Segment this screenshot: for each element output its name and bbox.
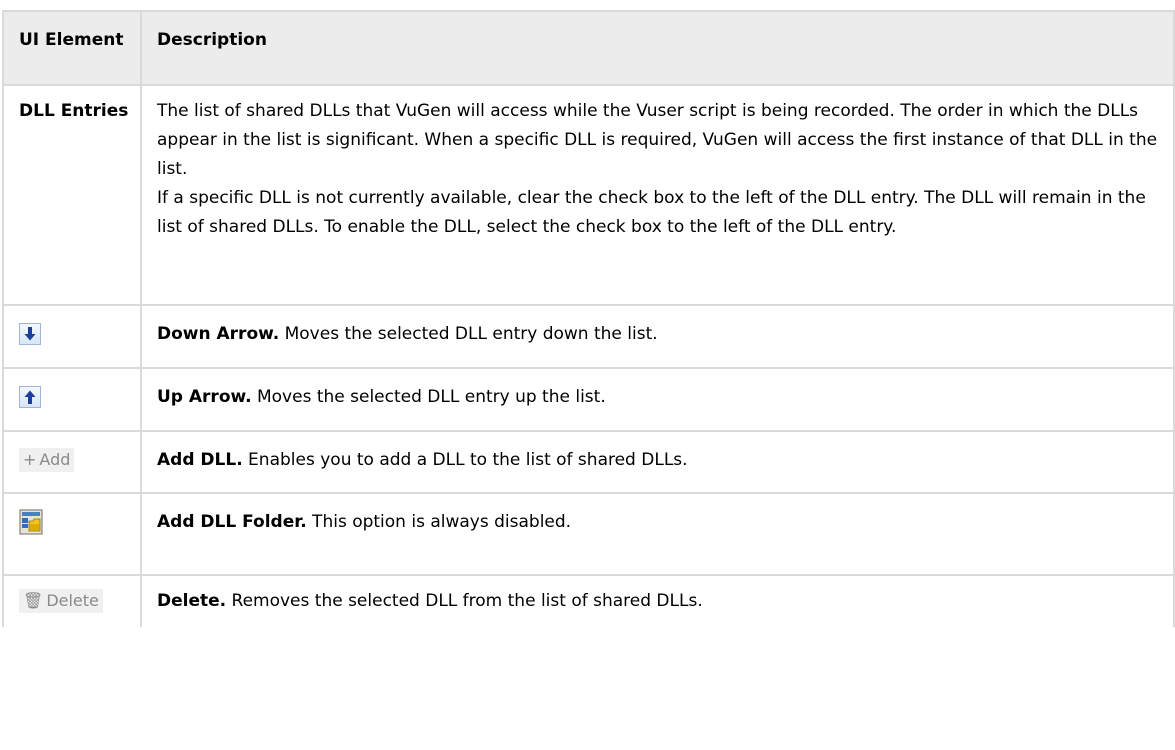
delete-button-label: Delete [46, 591, 99, 610]
delete-button-image: 🗑︎ Delete [19, 589, 103, 613]
add-button-label: Add [39, 450, 71, 469]
table-row: + Add Add DLL. Enables you to add a DLL t… [2, 430, 1175, 494]
description-text: Moves the selected DLL entry up the list… [251, 387, 606, 407]
description-text: This option is always disabled. [306, 512, 572, 532]
description-text: Removes the selected DLL from the list o… [226, 591, 703, 611]
description-cell: Add DLL. Enables you to add a DLL to the… [140, 430, 1175, 494]
description-cell: Add DLL Folder. This option is always di… [140, 492, 1175, 576]
header-ui-element: UI Element [2, 10, 142, 86]
table-row: 🗑︎ Delete Delete. Removes the selected DL… [2, 574, 1175, 627]
plus-icon: + [23, 450, 37, 469]
table-row: DLL Entries The list of shared DLLs that… [2, 84, 1175, 306]
description-cell: The list of shared DLLs that VuGen will … [140, 84, 1175, 306]
add-button-image: + Add [19, 448, 75, 472]
description-lead: Down Arrow. [157, 324, 280, 344]
down-arrow-icon [19, 323, 41, 345]
table-header-row: UI Element Description [2, 10, 1175, 86]
table-row: Add DLL Folder. This option is always di… [2, 492, 1175, 576]
header-description: Description [140, 10, 1175, 86]
table-row: Up Arrow. Moves the selected DLL entry u… [2, 367, 1175, 432]
description-lead: Up Arrow. [157, 387, 252, 407]
add-folder-icon [19, 509, 43, 535]
up-arrow-icon [19, 386, 41, 408]
table-row: Down Arrow. Moves the selected DLL entry… [2, 304, 1175, 369]
description-text: Enables you to add a DLL to the list of … [242, 450, 688, 470]
ui-element-cell [2, 304, 142, 369]
description-paragraph: If a specific DLL is not currently avail… [157, 188, 1146, 237]
trash-icon: 🗑︎ [23, 591, 44, 610]
ui-element-cell [2, 492, 142, 576]
description-paragraph: The list of shared DLLs that VuGen will … [157, 101, 1158, 179]
description-cell: Down Arrow. Moves the selected DLL entry… [140, 304, 1175, 369]
description-lead: Add DLL Folder. [157, 512, 307, 532]
description-cell: Up Arrow. Moves the selected DLL entry u… [140, 367, 1175, 432]
ui-element-cell [2, 367, 142, 432]
ui-element-cell: + Add [2, 430, 142, 494]
ui-element-name: DLL Entries [2, 84, 142, 306]
description-lead: Add DLL. [157, 450, 243, 470]
description-lead: Delete. [157, 591, 227, 611]
description-text: Moves the selected DLL entry down the li… [279, 324, 658, 344]
ui-elements-table: UI Element Description DLL Entries The l… [2, 10, 1175, 627]
description-cell: Delete. Removes the selected DLL from th… [140, 574, 1175, 627]
ui-element-cell: 🗑︎ Delete [2, 574, 142, 627]
